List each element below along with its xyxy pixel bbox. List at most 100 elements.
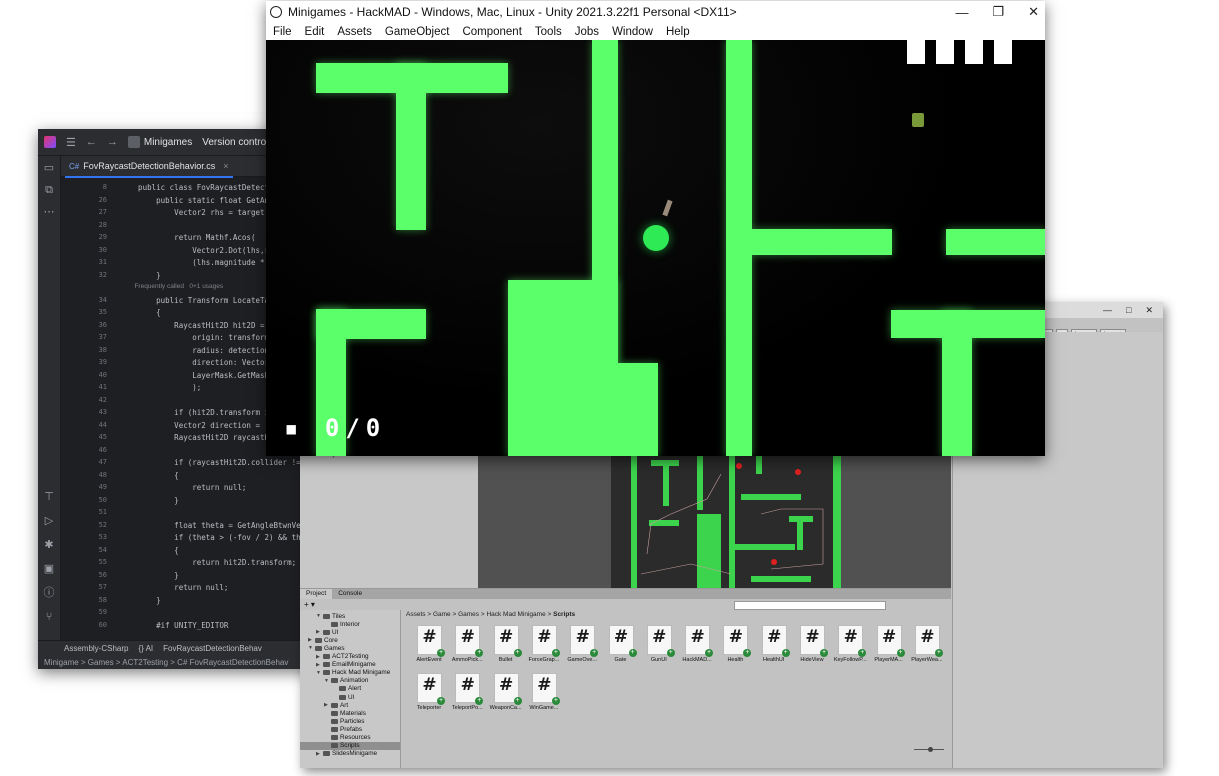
- folder-slidesminigame[interactable]: ▶ SlidesMinigame: [316, 750, 377, 758]
- script-asset[interactable]: # + PlayerMA...: [866, 625, 905, 669]
- menu-item-tools[interactable]: Tools: [535, 26, 562, 38]
- back-arrow-icon[interactable]: ←: [86, 136, 97, 148]
- game-viewport[interactable]: ▪ 0/0: [266, 40, 1045, 456]
- script-asset[interactable]: # + ForceGrap...: [521, 625, 560, 669]
- script-asset[interactable]: # + KeyFollowP...: [827, 625, 867, 669]
- hammer-icon[interactable]: ⊤: [44, 491, 54, 503]
- tab-console[interactable]: Console: [332, 589, 368, 599]
- folder-act2testing[interactable]: ▶ ACT2Testing: [316, 653, 369, 661]
- script-asset[interactable]: # + Gate: [598, 625, 637, 669]
- folder-emailminigame[interactable]: ▶ EmailMinigame: [316, 661, 376, 669]
- folder-resources[interactable]: Resources: [324, 734, 371, 742]
- expand-arrow-icon[interactable]: ▼: [308, 645, 313, 651]
- close-icon[interactable]: ✕: [1028, 4, 1039, 20]
- editor-tab-fov-raycast[interactable]: C# FovRaycastDetectionBehavior.cs ×: [65, 156, 233, 178]
- forward-arrow-icon[interactable]: →: [107, 136, 118, 148]
- project-selector[interactable]: Minigames: [127, 136, 192, 148]
- folder-particles[interactable]: Particles: [324, 717, 365, 725]
- menu-item-window[interactable]: Window: [612, 26, 653, 38]
- script-asset[interactable]: # + HideView: [789, 625, 828, 669]
- folder-tiles[interactable]: ▼ Tiles: [316, 612, 345, 620]
- script-asset[interactable]: # + GameOve...: [559, 625, 599, 669]
- folder-icon[interactable]: ▭: [44, 162, 54, 174]
- menu-item-gameobject[interactable]: GameObject: [385, 26, 450, 38]
- expand-arrow-icon[interactable]: ▼: [324, 678, 329, 684]
- hamburger-menu-icon[interactable]: ☰: [66, 136, 76, 149]
- structure-icon[interactable]: ⧉: [45, 184, 53, 196]
- minimize-icon[interactable]: —: [955, 5, 968, 20]
- project-search-input[interactable]: [734, 601, 886, 610]
- folder-label: Scripts: [340, 742, 360, 750]
- menu-item-assets[interactable]: Assets: [337, 26, 372, 38]
- assembly-indicator[interactable]: Assembly-CSharp: [64, 644, 128, 653]
- script-asset[interactable]: # + HackMAD...: [674, 625, 714, 669]
- git-icon[interactable]: ⑂: [46, 611, 53, 623]
- scene-view[interactable]: [478, 452, 951, 588]
- breadcrumb-item[interactable]: Hack Mad Minigame: [486, 611, 545, 618]
- folder-scripts[interactable]: Scripts: [300, 741, 400, 750]
- csharp-script-icon: # +: [417, 673, 445, 705]
- folder-materials[interactable]: Materials: [324, 709, 366, 717]
- script-asset[interactable]: # + PlayerWea...: [904, 625, 943, 669]
- folder-core[interactable]: ▶ Core: [308, 636, 338, 644]
- expand-arrow-icon[interactable]: ▶: [316, 662, 321, 668]
- expand-arrow-icon[interactable]: ▼: [316, 613, 321, 619]
- expand-arrow-icon[interactable]: ▶: [324, 702, 329, 708]
- script-asset[interactable]: # + Bullet: [483, 625, 522, 669]
- add-asset-icon[interactable]: + ▾: [304, 600, 315, 609]
- close-icon[interactable]: ✕: [1145, 305, 1153, 316]
- ai-indicator[interactable]: {} AI: [138, 644, 153, 653]
- line-number: 41: [98, 383, 107, 391]
- expand-arrow-icon[interactable]: ▼: [316, 670, 321, 676]
- script-asset[interactable]: # + WinGame...: [521, 673, 560, 717]
- breadcrumb-item[interactable]: Scripts: [553, 611, 575, 618]
- unity-icon[interactable]: ✱: [44, 539, 53, 551]
- breadcrumb-item[interactable]: Assets: [406, 611, 426, 618]
- breadcrumb-item[interactable]: Games: [458, 611, 479, 618]
- folder-prefabs[interactable]: Prefabs: [324, 725, 362, 733]
- expand-arrow-icon[interactable]: ▶: [316, 654, 321, 660]
- folder-hack-mad-minigame[interactable]: ▼ Hack Mad Minigame: [316, 669, 390, 677]
- close-tab-icon[interactable]: ×: [223, 161, 228, 171]
- terminal-icon[interactable]: ▣: [44, 563, 54, 575]
- menu-item-edit[interactable]: Edit: [305, 26, 325, 38]
- expand-arrow-icon[interactable]: ▶: [308, 637, 313, 643]
- project-breadcrumb[interactable]: Assets > Game > Games > Hack Mad Minigam…: [406, 611, 575, 618]
- folder-games[interactable]: ▼ Games: [308, 644, 345, 652]
- script-asset[interactable]: # + Health: [712, 625, 752, 669]
- tab-project[interactable]: Project: [300, 589, 333, 599]
- breadcrumb-item[interactable]: Game: [433, 611, 451, 618]
- folder-interior[interactable]: Interior: [324, 620, 360, 628]
- expand-arrow-icon[interactable]: ▶: [316, 629, 321, 635]
- folder-animation[interactable]: ▼ Animation: [324, 677, 368, 685]
- line-number: 32: [98, 270, 107, 279]
- menu-item-component[interactable]: Component: [462, 26, 521, 38]
- problems-icon[interactable]: ⓘ: [44, 587, 55, 599]
- script-asset[interactable]: # + TeleportPo...: [444, 673, 484, 717]
- icon-size-slider[interactable]: [914, 747, 944, 752]
- script-asset[interactable]: # + HealthUI: [751, 625, 790, 669]
- folder-art[interactable]: ▶ Art: [324, 701, 348, 709]
- script-asset[interactable]: # + AmmoPick...: [444, 625, 484, 669]
- version-control-menu[interactable]: Version control: [202, 137, 268, 148]
- folder-alert[interactable]: Alert: [332, 685, 361, 693]
- file-indicator[interactable]: FovRaycastDetectionBehav: [163, 644, 262, 653]
- script-asset[interactable]: # + WeaponCa...: [483, 673, 522, 717]
- menu-item-help[interactable]: Help: [666, 26, 690, 38]
- menu-item-jobs[interactable]: Jobs: [575, 26, 599, 38]
- script-asset[interactable]: # + GunUI: [636, 625, 675, 669]
- expand-arrow-icon[interactable]: ▶: [316, 751, 321, 757]
- maximize-icon[interactable]: ❐: [992, 4, 1004, 20]
- maximize-icon[interactable]: □: [1126, 305, 1131, 315]
- line-number: 47: [98, 458, 107, 466]
- script-asset[interactable]: # + Teleporter: [406, 673, 445, 717]
- run-icon[interactable]: ▷: [45, 515, 53, 527]
- line-number: 31: [98, 258, 107, 266]
- ide-breadcrumb[interactable]: Minigame > Games > ACT2Testing > C# FovR…: [38, 655, 338, 669]
- menu-item-file[interactable]: File: [273, 26, 292, 38]
- more-icon[interactable]: ⋯: [44, 206, 55, 218]
- folder-ui[interactable]: UI: [332, 693, 354, 701]
- folder-ui[interactable]: ▶ UI: [316, 628, 338, 636]
- minimize-icon[interactable]: —: [1103, 305, 1112, 315]
- script-asset[interactable]: # + AlertEvent: [406, 625, 445, 669]
